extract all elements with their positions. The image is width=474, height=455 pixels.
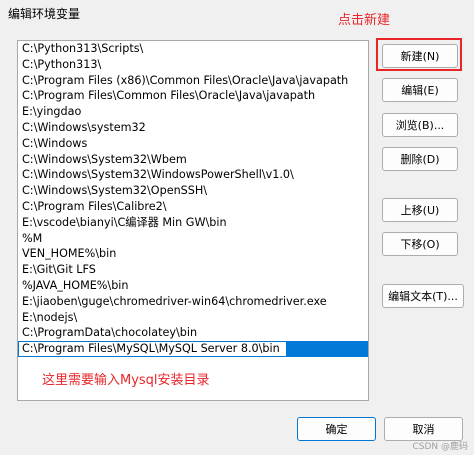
annotation-input-hint: 这里需要输入Mysql安装目录 [42, 373, 210, 388]
path-entry[interactable]: C:\Windows\System32\Wbem [18, 152, 368, 168]
path-entry[interactable]: E:\vscode\bianyi\C编译器 Min GW\bin [18, 215, 368, 231]
path-entry[interactable]: C:\Windows\System32\OpenSSH\ [18, 183, 368, 199]
move-up-button[interactable]: 上移(U) [382, 198, 458, 222]
path-entry[interactable]: C:\ProgramData\chocolatey\bin [18, 325, 368, 341]
path-entry[interactable]: E:\Git\Git LFS [18, 262, 368, 278]
path-entry[interactable]: %M [18, 231, 368, 247]
window-title: 编辑环境变量 [8, 7, 81, 21]
path-entry[interactable]: E:\jiaoben\guge\chromedriver-win64\chrom… [18, 294, 368, 310]
edit-button[interactable]: 编辑(E) [382, 78, 458, 102]
path-entry[interactable]: C:\Windows [18, 136, 368, 152]
path-edit-input[interactable]: C:\Program Files\MySQL\MySQL Server 8.0\… [18, 341, 287, 357]
path-entry-editing[interactable]: C:\Program Files\MySQL\MySQL Server 8.0\… [18, 341, 368, 357]
path-entry[interactable]: C:\Program Files\Calibre2\ [18, 199, 368, 215]
edit-text-button[interactable]: 编辑文本(T)... [382, 284, 464, 308]
path-entry[interactable]: VEN_HOME%\bin [18, 246, 368, 262]
path-entry[interactable]: C:\Program Files\Common Files\Oracle\Jav… [18, 88, 368, 104]
path-entry[interactable]: C:\Program Files (x86)\Common Files\Orac… [18, 73, 368, 89]
path-entry[interactable]: %JAVA_HOME%\bin [18, 278, 368, 294]
path-entry[interactable]: C:\Windows\System32\WindowsPowerShell\v1… [18, 167, 368, 183]
path-entry[interactable]: E:\nodejs\ [18, 310, 368, 326]
path-list[interactable]: C:\Python313\Scripts\ C:\Python313\ C:\Pro… [17, 40, 369, 401]
path-entry[interactable]: C:\Python313\Scripts\ [18, 41, 368, 57]
cancel-button[interactable]: 取消 [384, 417, 463, 441]
path-entry[interactable]: C:\Windows\system32 [18, 120, 368, 136]
new-button[interactable]: 新建(N) [382, 44, 458, 68]
annotation-click-new: 点击新建 [338, 13, 391, 28]
move-down-button[interactable]: 下移(O) [382, 232, 458, 256]
ok-button[interactable]: 确定 [297, 417, 376, 441]
watermark: CSDN @鹿码 [412, 442, 468, 452]
path-entry[interactable]: C:\Python313\ [18, 57, 368, 73]
browse-button[interactable]: 浏览(B)... [382, 113, 458, 137]
delete-button[interactable]: 删除(D) [382, 147, 458, 171]
path-entry[interactable]: E:\yingdao [18, 104, 368, 120]
